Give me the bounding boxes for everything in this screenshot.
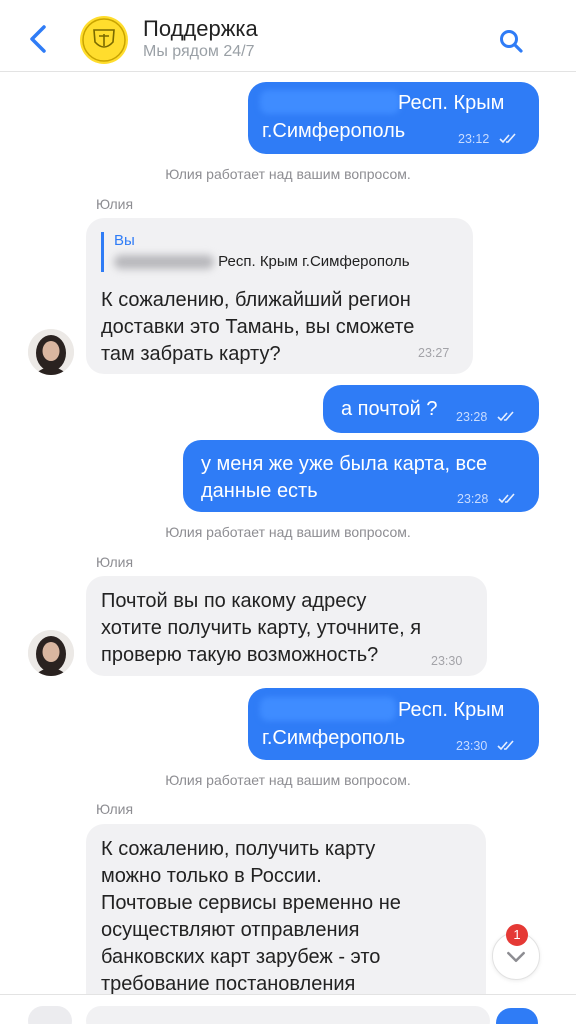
attach-button[interactable] — [28, 1006, 72, 1024]
message-line: данные есть — [201, 480, 318, 502]
message-line: К сожалению, ближайший регион — [101, 289, 411, 311]
outgoing-message[interactable]: Респ. Крым г.Симферополь 23:30 — [248, 688, 539, 760]
message-line: Почтой вы по какому адресу — [101, 590, 367, 612]
outgoing-message[interactable]: у меня же уже была карта, все данные ест… — [183, 440, 539, 512]
incoming-message[interactable]: Почтой вы по какому адресу хотите получи… — [86, 576, 487, 676]
agent-status: Юлия работает над вашим вопросом. — [165, 772, 411, 788]
message-line: там забрать карту? — [101, 343, 281, 365]
chat-subtitle: Мы рядом 24/7 — [143, 43, 255, 60]
agent-status: Юлия работает над вашим вопросом. — [165, 524, 411, 540]
message-line: Почтовые сервисы временно не — [101, 892, 401, 914]
incoming-message[interactable]: К сожалению, получить карту можно только… — [86, 824, 486, 999]
reply-text: Респ. Крым г.Симферополь — [114, 253, 410, 270]
redacted-text — [260, 697, 396, 721]
reply-author: Вы — [114, 232, 135, 249]
outgoing-message[interactable]: Респ. Крым г.Симферополь 23:12 — [248, 82, 539, 154]
tinkoff-logo[interactable] — [80, 16, 128, 64]
message-line: К сожалению, получить карту — [101, 838, 376, 860]
sender-name: Юлия — [96, 554, 134, 570]
message-line: у меня же уже была карта, все — [201, 453, 488, 475]
message-line: доставки это Тамань, вы сможете — [101, 316, 415, 338]
message-time: 23:30 — [456, 739, 488, 753]
message-line: хотите получить карту, уточните, я — [101, 617, 422, 639]
double-check-icon — [497, 740, 514, 750]
redacted-text — [114, 255, 214, 270]
agent-avatar — [28, 630, 74, 676]
chat-header: Поддержка Мы рядом 24/7 — [0, 0, 576, 72]
message-time: 23:28 — [457, 492, 489, 506]
agent-status: Юлия работает над вашим вопросом. — [165, 166, 411, 182]
message-line: а почтой ? — [341, 398, 438, 420]
double-check-icon — [499, 133, 516, 143]
double-check-icon — [498, 493, 515, 503]
message-meta: 23:28 — [456, 402, 517, 431]
double-check-icon — [497, 411, 514, 421]
message-line: г.Симферополь — [262, 120, 406, 142]
message-meta: 23:28 — [457, 484, 518, 513]
message-line: проверю такую возможность? — [101, 644, 379, 666]
send-button[interactable] — [496, 1008, 538, 1024]
message-line: г.Симферополь — [262, 727, 406, 749]
message-time: 23:30 — [431, 654, 463, 668]
message-meta: 23:12 — [458, 124, 519, 153]
sender-name: Юлия — [96, 196, 134, 212]
message-line: Респ. Крым — [398, 699, 505, 721]
message-time: 23:12 — [458, 132, 490, 146]
message-time: 23:27 — [418, 346, 450, 360]
reply-quote[interactable]: Вы Респ. Крым г.Симферополь — [101, 232, 410, 272]
message-input[interactable] — [86, 1006, 490, 1024]
message-time: 23:28 — [456, 410, 488, 424]
message-meta: 23:30 — [456, 731, 517, 760]
agent-avatar — [28, 329, 74, 375]
reply-text-visible: Респ. Крым г.Симферополь — [218, 253, 410, 270]
chat-title: Поддержка — [143, 16, 258, 41]
sender-name: Юлия — [96, 801, 134, 817]
redacted-text — [260, 90, 400, 114]
back-chevron-icon[interactable] — [26, 24, 52, 54]
unread-badge: 1 — [506, 924, 528, 946]
search-icon[interactable] — [498, 28, 524, 54]
message-line: Респ. Крым — [398, 92, 505, 114]
message-line: осуществляют отправления — [101, 919, 360, 941]
message-line: банковских карт зарубеж - это — [101, 946, 381, 968]
outgoing-message[interactable]: а почтой ? 23:28 — [323, 385, 539, 433]
message-line: можно только в России. — [101, 865, 322, 887]
